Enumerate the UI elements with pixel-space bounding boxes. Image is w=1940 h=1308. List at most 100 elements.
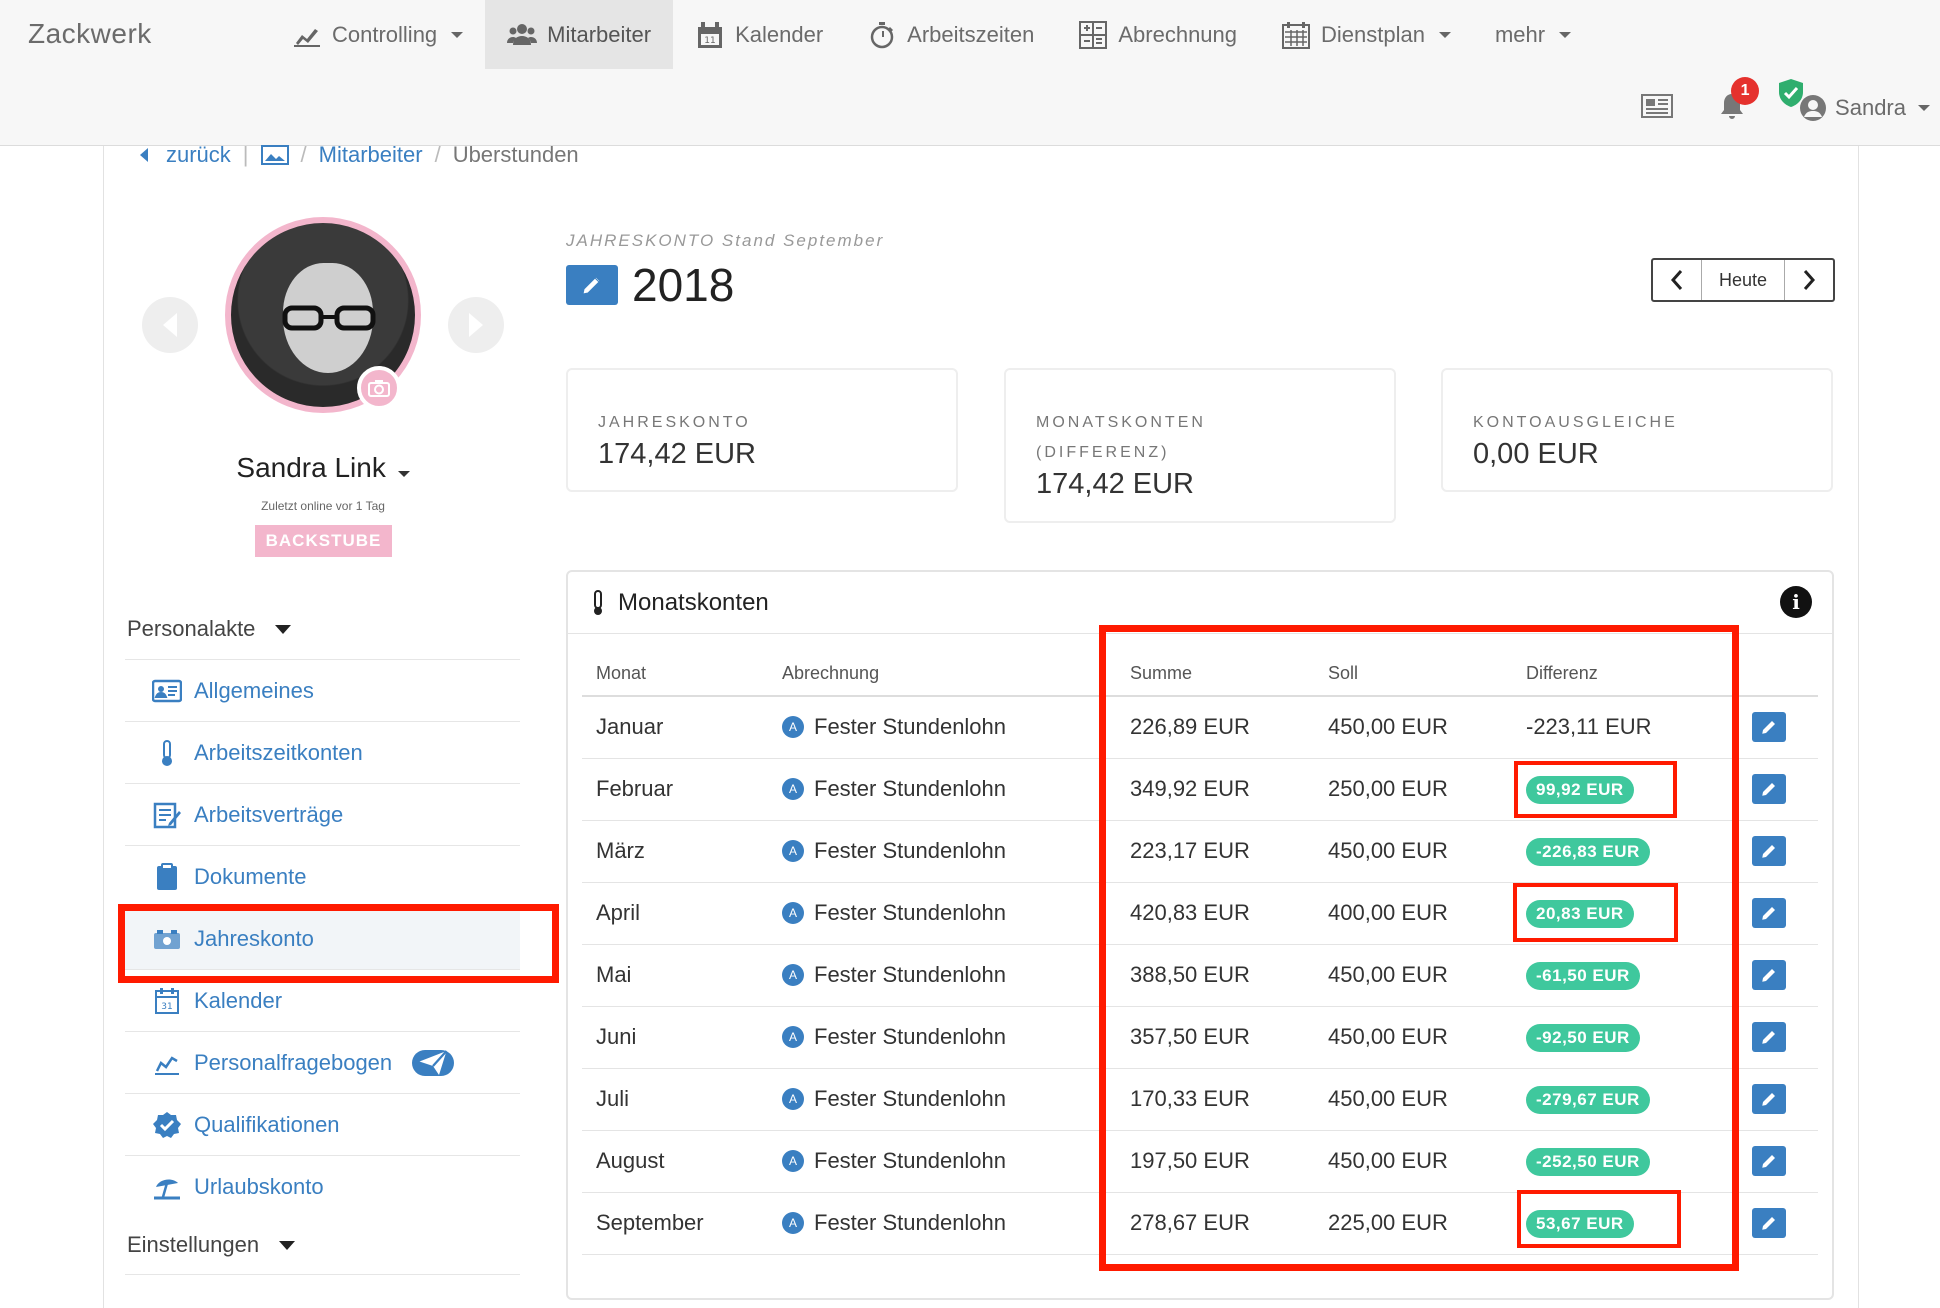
prev-employee-button[interactable] xyxy=(142,297,198,353)
prev-year-button[interactable] xyxy=(1653,260,1701,300)
breadcrumb: zurück | / Mitarbeiter / Uberstunden xyxy=(140,142,579,168)
panel-title: Monatskonten xyxy=(618,588,769,616)
cell-abrechnung: A Fester Stundenlohn xyxy=(768,1006,1116,1069)
abrechnung-badge: A xyxy=(782,1150,804,1172)
chevron-down-icon xyxy=(1918,105,1930,111)
col-abrechnung: Abrechnung xyxy=(768,652,1116,697)
nav-abrechnung[interactable]: Abrechnung xyxy=(1056,0,1259,69)
main-nav: Controlling Mitarbeiter 11 Kalender Arbe… xyxy=(270,0,1593,69)
cell-monat: Januar xyxy=(582,696,768,759)
notification-count-badge: 1 xyxy=(1731,76,1760,105)
newspaper-icon xyxy=(1641,93,1674,118)
pencil-icon xyxy=(1762,721,1775,734)
abrechnung-link[interactable]: Fester Stundenlohn xyxy=(814,962,1006,988)
user-menu[interactable]: Sandra xyxy=(1779,79,1930,122)
annotation-box-columns xyxy=(1099,625,1739,1271)
contract-icon xyxy=(153,802,181,828)
card-jahreskonto: JAHRESKONTO 174,42 EUR xyxy=(566,368,958,492)
edit-row-button[interactable] xyxy=(1752,960,1786,990)
brand-logo[interactable]: Zackwerk xyxy=(28,18,152,50)
chart-icon xyxy=(294,28,320,47)
edit-row-button[interactable] xyxy=(1752,1146,1786,1176)
thermometer-icon xyxy=(594,589,602,615)
section-personalakte[interactable]: Personalakte xyxy=(127,616,292,642)
abrechnung-link[interactable]: Fester Stundenlohn xyxy=(814,1148,1006,1174)
edit-row-button[interactable] xyxy=(1752,1022,1786,1052)
cell-abrechnung: A Fester Stundenlohn xyxy=(768,1130,1116,1193)
pencil-icon xyxy=(1762,1217,1775,1230)
pencil-icon xyxy=(1762,907,1775,920)
card-value: 174,42 EUR xyxy=(1036,468,1194,500)
card-value: 0,00 EUR xyxy=(1473,438,1599,470)
breadcrumb-back[interactable]: zurück xyxy=(166,142,231,168)
send-badge[interactable] xyxy=(412,1049,455,1076)
today-button[interactable]: Heute xyxy=(1701,260,1785,300)
nav-mitarbeiter[interactable]: Mitarbeiter xyxy=(485,0,674,69)
sidebar-item-arbeitszeitkonten[interactable]: Arbeitszeitkonten xyxy=(125,721,520,783)
annotation-box-februar xyxy=(1514,761,1677,818)
chevron-down-icon xyxy=(451,31,464,38)
abrechnung-badge: A xyxy=(782,1026,804,1048)
edit-row-button[interactable] xyxy=(1752,1084,1786,1114)
notifications-button[interactable]: 1 xyxy=(1717,76,1760,126)
abrechnung-link[interactable]: Fester Stundenlohn xyxy=(814,900,1006,926)
users-icon xyxy=(507,23,538,45)
sidebar-item-dokumente[interactable]: Dokumente xyxy=(125,845,520,907)
abrechnung-link[interactable]: Fester Stundenlohn xyxy=(814,1024,1006,1050)
sidebar-item-urlaubskonto[interactable]: Urlaubskonto xyxy=(125,1155,520,1217)
sidebar-item-qualifikationen[interactable]: Qualifikationen xyxy=(125,1093,520,1155)
picture-icon[interactable] xyxy=(260,145,289,165)
svg-text:11: 11 xyxy=(704,36,715,46)
edit-row-button[interactable] xyxy=(1752,774,1786,804)
nav-dienstplan[interactable]: Dienstplan xyxy=(1259,0,1473,69)
sidebar-item-arbeitsvertraege[interactable]: Arbeitsverträge xyxy=(125,783,520,845)
last-online-text: Zuletzt online vor 1 Tag xyxy=(261,499,385,513)
change-photo-button[interactable] xyxy=(357,366,401,410)
camera-icon xyxy=(368,380,390,397)
section-einstellungen[interactable]: Einstellungen xyxy=(127,1232,296,1258)
breadcrumb-mitarbeiter[interactable]: Mitarbeiter xyxy=(319,142,423,168)
card-label: MONATSKONTEN (DIFFERENZ) xyxy=(1036,414,1206,461)
pencil-icon xyxy=(1762,1031,1775,1044)
stopwatch-icon xyxy=(870,21,894,48)
nav-kalender[interactable]: 11 Kalender xyxy=(673,0,845,69)
pencil-icon xyxy=(582,276,601,295)
calculator-icon xyxy=(1079,20,1108,49)
nav-controlling[interactable]: Controlling xyxy=(270,0,485,69)
abrechnung-link[interactable]: Fester Stundenlohn xyxy=(814,1086,1006,1112)
page-kicker: JAHRESKONTO Stand September xyxy=(566,231,885,250)
abrechnung-link[interactable]: Fester Stundenlohn xyxy=(814,714,1006,740)
cell-monat: Februar xyxy=(582,758,768,821)
cell-abrechnung: A Fester Stundenlohn xyxy=(768,882,1116,945)
year-heading: 2018 xyxy=(566,258,734,312)
edit-row-button[interactable] xyxy=(1752,836,1786,866)
edit-row-button[interactable] xyxy=(1752,1208,1786,1238)
abrechnung-link[interactable]: Fester Stundenlohn xyxy=(814,1210,1006,1236)
abrechnung-link[interactable]: Fester Stundenlohn xyxy=(814,776,1006,802)
nav-mehr[interactable]: mehr xyxy=(1473,0,1593,69)
next-year-button[interactable] xyxy=(1785,260,1833,300)
card-kontoausgleiche: KONTOAUSGLEICHE 0,00 EUR xyxy=(1441,368,1833,492)
abrechnung-link[interactable]: Fester Stundenlohn xyxy=(814,838,1006,864)
cell-monat: Juni xyxy=(582,1006,768,1069)
profile-name[interactable]: Sandra Link xyxy=(150,452,496,484)
card-value: 174,42 EUR xyxy=(598,438,756,470)
roster-icon xyxy=(1282,21,1311,49)
badge-check-icon xyxy=(153,1111,181,1138)
sidebar-item-allgemeines[interactable]: Allgemeines xyxy=(125,659,520,721)
edit-year-button[interactable] xyxy=(566,265,618,305)
cell-monat: Juli xyxy=(582,1068,768,1131)
chevron-down-icon xyxy=(397,471,410,477)
sidebar-item-personalfragebogen[interactable]: Personalfragebogen xyxy=(125,1031,520,1093)
edit-row-button[interactable] xyxy=(1752,898,1786,928)
annotation-box-september xyxy=(1517,1190,1681,1248)
chevron-left-icon xyxy=(163,313,177,337)
pencil-icon xyxy=(1762,845,1775,858)
news-button[interactable] xyxy=(1641,93,1674,123)
edit-row-button[interactable] xyxy=(1752,712,1786,743)
cell-abrechnung: A Fester Stundenlohn xyxy=(768,820,1116,883)
nav-arbeitszeiten[interactable]: Arbeitszeiten xyxy=(845,0,1056,69)
thermometer-icon xyxy=(162,739,172,766)
next-employee-button[interactable] xyxy=(448,297,504,353)
info-icon[interactable]: i xyxy=(1780,586,1812,618)
